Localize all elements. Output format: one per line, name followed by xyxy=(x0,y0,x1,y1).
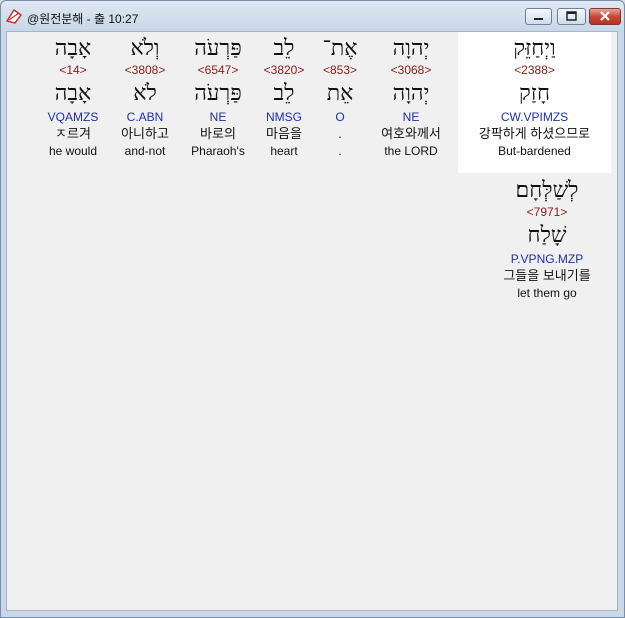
korean-gloss: 강팍하게 하셨으므로 xyxy=(478,126,591,141)
korean-gloss: 아니하고 xyxy=(121,126,169,141)
word-lemma: חָזַק xyxy=(519,81,550,106)
app-window: @원전분해 - 출 10:27 וַיְחַזֵּק <2388> חָזַק … xyxy=(0,0,625,618)
korean-gloss: 마음을 xyxy=(266,126,302,141)
strong-number[interactable]: <853> xyxy=(317,63,363,77)
close-button[interactable] xyxy=(589,8,621,25)
morphology-code: NE xyxy=(209,110,227,124)
minimize-button[interactable] xyxy=(525,8,552,25)
morphology-code: C.ABN xyxy=(126,110,164,124)
english-gloss: and-not xyxy=(124,144,166,158)
morphology-code: O xyxy=(335,110,345,124)
word-hebrew: לְשַׁלְּחָם׃ xyxy=(515,178,579,203)
strong-number[interactable]: <2388> xyxy=(458,63,611,77)
word-block[interactable]: לֵב <3820> לֵב NMSG 마음을 heart xyxy=(256,35,312,159)
morphology-code: VQAMZS xyxy=(47,110,99,124)
word-block[interactable]: יְהוָה <3068> יְהוָה NE 여호와께서 the LORD xyxy=(379,35,443,159)
word-lemma: לֵב xyxy=(273,81,295,106)
strong-number[interactable]: <7971> xyxy=(485,205,609,219)
word-hebrew: אָבָה xyxy=(54,36,92,61)
word-lemma: אָבָה xyxy=(54,81,92,106)
strong-number[interactable]: <3068> xyxy=(379,63,443,77)
word-hebrew: וַיְחַזֵּק xyxy=(513,36,556,61)
strong-number[interactable]: <6547> xyxy=(184,63,252,77)
strong-number[interactable]: <14> xyxy=(41,63,105,77)
word-lemma: אֵת xyxy=(326,81,354,106)
english-gloss: Pharaoh's xyxy=(191,144,245,158)
word-block[interactable]: לְשַׁלְּחָם׃ <7971> שָׁלַח P.VPNG.MZP 그들… xyxy=(485,177,609,301)
word-hebrew: פַּרְעֹה xyxy=(194,36,242,61)
korean-gloss: 바로의 xyxy=(200,126,236,141)
morphology-code: P.VPNG.MZP xyxy=(510,252,584,266)
word-block[interactable]: פַּרְעֹה <6547> פַּרְעֹה NE 바로의 Pharaoh'… xyxy=(184,35,252,159)
word-lemma: יְהוָה xyxy=(392,81,430,106)
interlinear-panel: וַיְחַזֵּק <2388> חָזַק CW.VPIMZS 강팍하게 하… xyxy=(6,31,618,611)
maximize-button[interactable] xyxy=(557,8,586,25)
app-logo-icon xyxy=(5,8,23,24)
morphology-code: NE xyxy=(402,110,420,124)
minimize-icon xyxy=(534,18,543,20)
close-icon xyxy=(600,11,610,21)
word-hebrew: אֶת־ xyxy=(322,36,358,61)
title-bar[interactable]: @원전분해 - 출 10:27 xyxy=(1,1,624,31)
morphology-code: NMSG xyxy=(266,110,302,124)
word-lemma: לֹא xyxy=(133,81,157,106)
word-block[interactable]: אֶת־ <853> אֵת O . . xyxy=(317,35,363,159)
english-gloss: But-bardened xyxy=(498,144,571,158)
english-gloss: he would xyxy=(48,144,98,158)
korean-gloss: . xyxy=(338,126,342,141)
word-lemma: פַּרְעֹה xyxy=(194,81,242,106)
word-block[interactable]: אָבָה <14> אָבָה VQAMZS ㅈ르겨 he would xyxy=(41,35,105,159)
word-lemma: שָׁלַח xyxy=(527,223,567,248)
korean-gloss: 그들을 보내기를 xyxy=(503,268,591,283)
english-gloss: let them go xyxy=(517,286,577,300)
english-gloss: the LORD xyxy=(384,144,438,158)
korean-gloss: 여호와께서 xyxy=(381,126,441,141)
strong-number[interactable]: <3820> xyxy=(256,63,312,77)
maximize-icon xyxy=(566,11,577,21)
word-hebrew: וְלֹא xyxy=(130,36,160,61)
word-hebrew: יְהוָה xyxy=(392,36,430,61)
word-hebrew: לֵב xyxy=(273,36,295,61)
word-block[interactable]: וַיְחַזֵּק <2388> חָזַק CW.VPIMZS 강팍하게 하… xyxy=(458,32,611,173)
korean-gloss: ㅈ르겨 xyxy=(55,126,91,141)
word-block[interactable]: וְלֹא <3808> לֹא C.ABN 아니하고 and-not xyxy=(115,35,175,159)
window-title: @원전분해 - 출 10:27 xyxy=(27,12,139,26)
english-gloss: . xyxy=(338,144,342,158)
english-gloss: heart xyxy=(270,144,298,158)
strong-number[interactable]: <3808> xyxy=(115,63,175,77)
morphology-code: CW.VPIMZS xyxy=(500,110,569,124)
